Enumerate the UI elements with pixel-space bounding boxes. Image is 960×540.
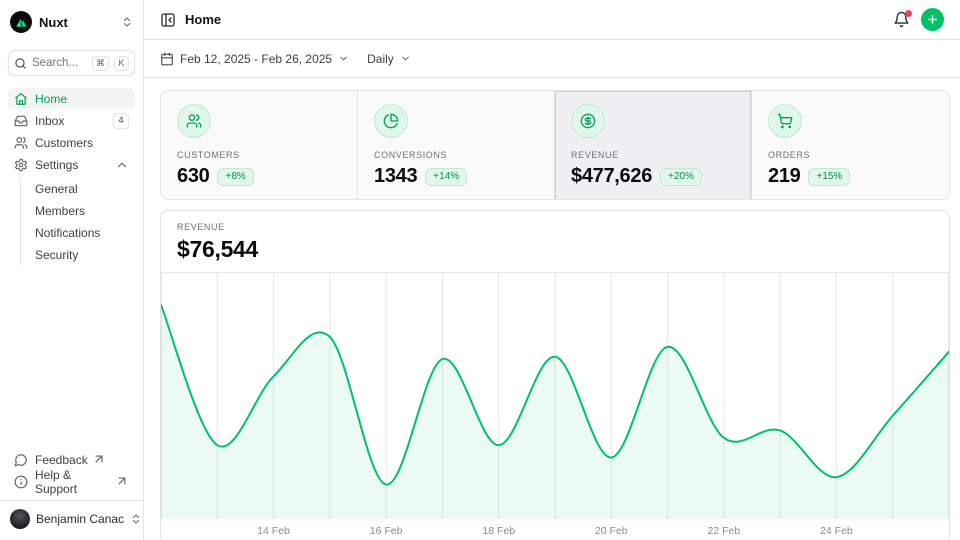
stat-icon-circle bbox=[768, 104, 802, 138]
sidebar-sub-list: GeneralMembersNotificationsSecurity bbox=[20, 178, 135, 265]
revenue-chart-card: REVENUE $76,544 14 Feb 16 Feb 18 Feb 20 Feb… bbox=[160, 210, 950, 540]
users-icon bbox=[186, 113, 202, 129]
cart-icon bbox=[777, 113, 793, 129]
user-menu-button[interactable]: Benjamin Canac bbox=[10, 509, 133, 529]
stat-value: 1343 bbox=[374, 165, 417, 188]
gear-icon bbox=[14, 158, 28, 172]
sidebar-spacer bbox=[8, 267, 135, 449]
x-axis-tick-label: 16 Feb bbox=[370, 525, 403, 537]
stat-icon-circle bbox=[177, 104, 211, 138]
x-axis-tick-label: 24 Feb bbox=[820, 525, 853, 537]
arrow-up-right-icon bbox=[115, 474, 129, 488]
stat-value: 219 bbox=[768, 165, 800, 188]
user-section: Benjamin Canac bbox=[0, 500, 143, 532]
sidebar-item-settings[interactable]: Settings bbox=[8, 154, 135, 175]
page-header: Home bbox=[144, 0, 960, 40]
kbd-cmd: ⌘ bbox=[92, 56, 109, 71]
revenue-area-chart[interactable] bbox=[161, 272, 949, 519]
inbox-count-badge: 4 bbox=[113, 113, 129, 129]
period-label: Daily bbox=[367, 52, 394, 66]
stat-icon-circle bbox=[374, 104, 408, 138]
chart-x-axis: 14 Feb 16 Feb 18 Feb 20 Feb 22 Feb 24 Feb bbox=[161, 519, 949, 540]
arrow-up-right-icon bbox=[92, 452, 106, 466]
nuxt-logo-icon bbox=[10, 11, 32, 33]
calendar-icon bbox=[160, 52, 174, 66]
home-icon bbox=[14, 92, 28, 106]
x-axis-tick-label: 18 Feb bbox=[482, 525, 515, 537]
stat-card-customers[interactable]: CUSTOMERS 630 +8% bbox=[161, 91, 358, 200]
collapse-sidebar-icon[interactable] bbox=[160, 12, 176, 28]
chart-metric-label: REVENUE bbox=[177, 222, 933, 232]
sidebar-item-label: Customers bbox=[35, 136, 129, 150]
x-axis-tick-label: 20 Feb bbox=[595, 525, 628, 537]
sidebar-subitem-notifications[interactable]: Notifications bbox=[30, 222, 135, 243]
stat-label: CUSTOMERS bbox=[177, 150, 341, 160]
search-input[interactable]: Search... ⌘ K bbox=[8, 50, 135, 76]
filters-toolbar: Feb 12, 2025 - Feb 26, 2025 Daily bbox=[144, 40, 960, 78]
info-circle-icon bbox=[14, 475, 28, 489]
stat-delta-badge: +14% bbox=[425, 168, 467, 186]
sidebar-item-home[interactable]: Home bbox=[8, 88, 135, 109]
stat-card-orders[interactable]: ORDERS 219 +15% bbox=[752, 91, 949, 200]
sidebar-nav: Home Inbox 4 Customers Settings GeneralMember… bbox=[8, 88, 135, 267]
sidebar-item-label: Inbox bbox=[35, 114, 106, 128]
search-placeholder: Search... bbox=[32, 57, 87, 69]
pie-chart-icon bbox=[383, 113, 399, 129]
sidebar-item-inbox[interactable]: Inbox 4 bbox=[8, 110, 135, 131]
sidebar-subitem-security[interactable]: Security bbox=[30, 244, 135, 265]
date-range-picker[interactable]: Feb 12, 2025 - Feb 26, 2025 bbox=[160, 52, 349, 66]
plus-icon bbox=[926, 13, 939, 26]
workspace-selector[interactable]: Nuxt bbox=[8, 8, 135, 36]
stat-value: $477,626 bbox=[571, 165, 652, 188]
chart-total-value: $76,544 bbox=[177, 236, 933, 263]
chevrons-up-down-icon bbox=[121, 16, 133, 28]
x-axis-tick-label: 14 Feb bbox=[257, 525, 290, 537]
page-title: Home bbox=[185, 12, 221, 27]
x-axis-tick-label: 22 Feb bbox=[707, 525, 740, 537]
stat-label: REVENUE bbox=[571, 150, 735, 160]
stat-card-revenue[interactable]: REVENUE $477,626 +20% bbox=[555, 91, 752, 200]
sidebar-item-customers[interactable]: Customers bbox=[8, 132, 135, 153]
add-button[interactable] bbox=[921, 8, 944, 31]
stat-label: ORDERS bbox=[768, 150, 933, 160]
page-content: CUSTOMERS 630 +8% CONVERSIONS 1343 +14% REVENU… bbox=[144, 78, 960, 540]
chevron-up-icon bbox=[115, 158, 129, 172]
user-avatar bbox=[10, 509, 30, 529]
stat-delta-badge: +8% bbox=[217, 168, 253, 186]
sidebar-item-label: Feedback bbox=[35, 453, 88, 467]
users-icon bbox=[14, 136, 28, 150]
user-name: Benjamin Canac bbox=[36, 512, 124, 526]
chevrons-up-down-icon bbox=[130, 513, 142, 525]
sidebar-item-label: Home bbox=[35, 92, 129, 106]
chevron-down-icon bbox=[400, 53, 411, 64]
sidebar: Nuxt Search... ⌘ K Home Inbox 4 Customers Se… bbox=[0, 0, 144, 540]
inbox-icon bbox=[14, 114, 28, 128]
sidebar-item-help-support[interactable]: Help & Support bbox=[8, 471, 135, 492]
stats-row: CUSTOMERS 630 +8% CONVERSIONS 1343 +14% REVENU… bbox=[160, 90, 950, 200]
stat-delta-badge: +20% bbox=[660, 168, 702, 186]
notifications-button[interactable] bbox=[893, 11, 910, 28]
sidebar-item-label: Settings bbox=[35, 158, 108, 172]
stat-icon-circle bbox=[571, 104, 605, 138]
date-range-label: Feb 12, 2025 - Feb 26, 2025 bbox=[180, 52, 332, 66]
sidebar-subitem-general[interactable]: General bbox=[30, 178, 135, 199]
dollar-circle-icon bbox=[580, 113, 596, 129]
period-select[interactable]: Daily bbox=[367, 52, 411, 66]
brand-name: Nuxt bbox=[39, 15, 114, 30]
stat-card-conversions[interactable]: CONVERSIONS 1343 +14% bbox=[358, 91, 555, 200]
main-area: Home Feb 12, 2025 - Feb 26, 2025 Da bbox=[144, 0, 960, 540]
search-icon bbox=[14, 57, 27, 70]
sidebar-subitem-members[interactable]: Members bbox=[30, 200, 135, 221]
chevron-down-icon bbox=[338, 53, 349, 64]
stat-delta-badge: +15% bbox=[808, 168, 850, 186]
kbd-k: K bbox=[114, 56, 129, 71]
sidebar-footer-nav: Feedback Help & Support bbox=[8, 449, 135, 492]
chart-header: REVENUE $76,544 bbox=[161, 211, 949, 272]
stat-label: CONVERSIONS bbox=[374, 150, 538, 160]
message-bubble-icon bbox=[14, 453, 28, 467]
notification-dot bbox=[905, 10, 912, 17]
stat-value: 630 bbox=[177, 165, 209, 188]
sidebar-item-label: Help & Support bbox=[35, 468, 111, 496]
